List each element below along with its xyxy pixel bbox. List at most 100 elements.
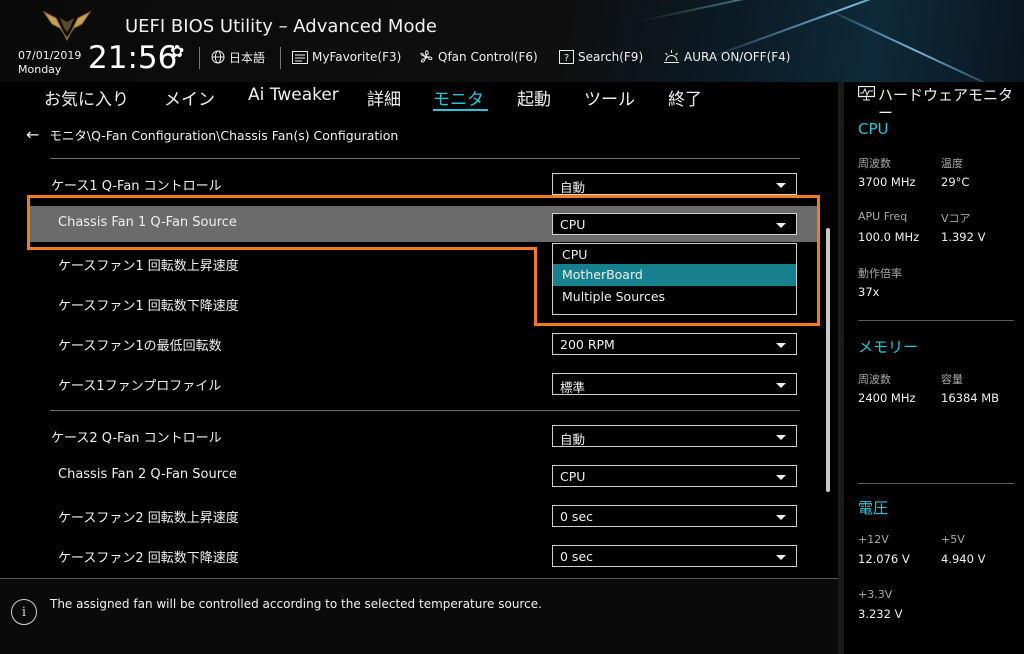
caret-down-icon [776, 435, 786, 440]
tab-advanced[interactable]: 詳細 [367, 85, 401, 110]
caret-down-icon [776, 555, 786, 560]
chassis1-qfan-control-dropdown[interactable]: 自動 [552, 173, 797, 195]
caret-down-icon [776, 183, 786, 188]
apu-freq-value: 100.0 MHz [858, 230, 920, 244]
mem-freq-label: 周波数 [858, 373, 891, 386]
setting-row-chassis2-qfan-control[interactable]: ケース2 Q-Fan コントロール 自動 [0, 418, 820, 454]
qfan-label: Qfan Control(F6) [438, 50, 538, 64]
dropdown-value: 0 sec [560, 549, 594, 564]
date-display: 07/01/2019 Monday [18, 49, 81, 77]
hw-monitor-title-text: ハードウェアモニター [878, 86, 1014, 122]
tab-main[interactable]: メイン [164, 85, 215, 110]
dropdown-value: CPU [560, 469, 586, 484]
language-label: 日本語 [229, 50, 266, 65]
v5-value: 4.940 V [941, 552, 986, 566]
fan2-step-up-dropdown[interactable]: 0 sec [552, 505, 797, 527]
hw-section-memory: メモリー [858, 338, 919, 356]
dropdown-option-motherboard[interactable]: MotherBoard [553, 264, 796, 286]
dropdown-value: 自動 [560, 180, 586, 195]
caret-down-icon [776, 343, 786, 348]
tab-favorites[interactable]: お気に入り [44, 85, 129, 110]
active-tab-indicator [433, 109, 488, 111]
section-divider [50, 410, 800, 411]
fan2-step-down-dropdown[interactable]: 0 sec [552, 545, 797, 567]
cpu-temp-label: 温度 [941, 157, 963, 170]
language-button[interactable]: 日本語 [211, 49, 265, 65]
caret-down-icon [776, 515, 786, 520]
hw-divider [858, 320, 1014, 321]
setting-row-fan1-profile[interactable]: ケース1ファンプロファイル 標準 [0, 366, 820, 402]
main-nav: お気に入り メイン Ai Tweaker 詳細 モニタ 起動 ツール 終了 [0, 82, 838, 112]
help-bar: i The assigned fan will be controlled ac… [0, 578, 838, 654]
cpu-ratio-label: 動作倍率 [858, 267, 902, 280]
setting-label: ケースファン2 回転数下降速度 [58, 551, 239, 566]
setting-label: ケース1ファンプロファイル [58, 379, 222, 394]
fan-icon [418, 49, 434, 65]
setting-row-fan2-step-up[interactable]: ケースファン2 回転数上昇速度 0 sec [0, 498, 820, 534]
info-icon: i [11, 599, 37, 625]
dropdown-value: 0 sec [560, 509, 594, 524]
decor-streak [639, 0, 1012, 22]
chassis-fan2-source-dropdown[interactable]: CPU [552, 465, 797, 487]
v5-label: +5V [941, 533, 965, 546]
cpu-temp-value: 29°C [941, 175, 970, 189]
setting-label: ケースファン1 回転数上昇速度 [58, 259, 239, 274]
tab-ai-tweaker[interactable]: Ai Tweaker [248, 85, 339, 105]
apu-freq-label: APU Freq [858, 210, 908, 223]
caret-down-icon [776, 475, 786, 480]
annotation-outline-right [817, 195, 820, 326]
app-title: UEFI BIOS Utility – Advanced Mode [125, 16, 437, 37]
section-divider [50, 158, 800, 159]
dropdown-option-multiple-sources[interactable]: Multiple Sources [553, 286, 796, 308]
annotation-outline-top [27, 195, 820, 250]
qfan-control-button[interactable]: Qfan Control(F6) [418, 49, 538, 65]
tab-boot[interactable]: 起動 [517, 85, 551, 110]
search-button[interactable]: ? Search(F9) [559, 49, 643, 65]
hardware-monitor-panel: ハードウェアモニター CPU 周波数 温度 3700 MHz 29°C APU … [838, 82, 1024, 654]
vcore-value: 1.392 V [941, 230, 986, 244]
tab-exit[interactable]: 終了 [668, 85, 702, 110]
scrollbar[interactable] [826, 228, 830, 492]
cpu-freq-label: 周波数 [858, 157, 891, 170]
help-text: The assigned fan will be controlled acco… [50, 597, 542, 611]
annotation-outline-mid [534, 247, 537, 326]
header-bar: UEFI BIOS Utility – Advanced Mode 07/01/… [0, 0, 1024, 82]
dropdown-value: 200 RPM [560, 337, 615, 352]
globe-icon [211, 50, 225, 64]
myfavorite-label: MyFavorite(F3) [312, 50, 402, 64]
mem-freq-value: 2400 MHz [858, 391, 916, 405]
settings-panel: ← モニタ\Q-Fan Configuration\Chassis Fan(s)… [0, 112, 838, 578]
myfavorite-button[interactable]: MyFavorite(F3) [292, 49, 401, 65]
tab-tool[interactable]: ツール [584, 85, 635, 110]
day-text: Monday [18, 63, 62, 76]
decor-streak [819, 5, 1011, 82]
chassis2-qfan-control-dropdown[interactable]: 自動 [552, 425, 797, 447]
fan1-profile-dropdown[interactable]: 標準 [552, 373, 797, 395]
annotation-outline-bottom-left [27, 247, 537, 250]
hw-monitor-title: ハードウェアモニター [857, 85, 1018, 122]
cpu-ratio-value: 37x [858, 285, 880, 299]
mem-cap-label: 容量 [941, 373, 963, 386]
setting-row-fan1-min-speed[interactable]: ケースファン1の最低回転数 200 RPM [0, 326, 820, 362]
header-separator [199, 47, 200, 69]
hw-section-cpu: CPU [858, 120, 889, 138]
dropdown-value: 自動 [560, 432, 586, 447]
back-arrow-icon[interactable]: ← [26, 125, 39, 144]
dropdown-value: 標準 [560, 380, 586, 395]
setting-row-fan2-step-down[interactable]: ケースファン2 回転数下降速度 0 sec [0, 538, 820, 574]
gear-icon[interactable]: ✿ [170, 42, 184, 62]
setting-label: ケースファン2 回転数上昇速度 [58, 511, 239, 526]
help-search-icon: ? [559, 50, 574, 64]
header-separator [280, 47, 281, 69]
fan1-min-speed-dropdown[interactable]: 200 RPM [552, 333, 797, 355]
tab-monitor[interactable]: モニタ [433, 85, 484, 110]
aura-toggle-button[interactable]: AURA ON/OFF(F4) [663, 49, 790, 65]
hw-divider [858, 483, 1014, 484]
breadcrumb: ← モニタ\Q-Fan Configuration\Chassis Fan(s)… [26, 125, 398, 144]
setting-row-chassis-fan2-source[interactable]: Chassis Fan 2 Q-Fan Source CPU [0, 458, 820, 494]
caret-down-icon [776, 383, 786, 388]
v33-value: 3.232 V [858, 607, 903, 621]
hw-section-voltage: 電圧 [858, 499, 889, 517]
search-label: Search(F9) [578, 50, 644, 64]
annotation-outline-bottom-right [534, 323, 820, 326]
